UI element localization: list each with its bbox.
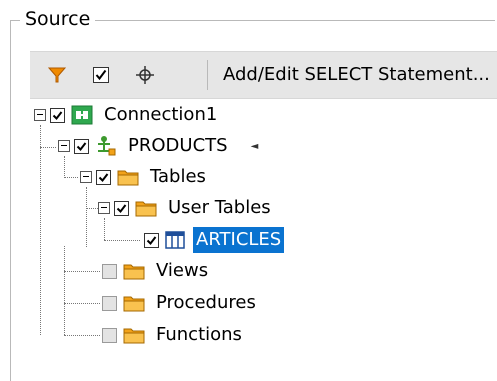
tree-connector — [86, 187, 87, 247]
folder-icon — [123, 294, 145, 312]
tree-connector — [64, 177, 78, 178]
tree-connector — [64, 271, 100, 272]
folder-icon — [123, 262, 145, 280]
collapse-toggle[interactable] — [80, 171, 92, 183]
tree-node-articles[interactable]: ARTICLES — [144, 225, 285, 255]
tables-checkbox[interactable] — [96, 169, 111, 185]
tables-label: Tables — [150, 166, 206, 187]
tree-connector — [64, 335, 100, 336]
connection-checkbox[interactable] — [50, 107, 65, 123]
views-label: Views — [156, 260, 209, 281]
tree-connector — [86, 208, 98, 209]
tree-node-procedures[interactable]: Procedures — [102, 288, 259, 318]
tree-connector — [40, 125, 41, 335]
tree-node-user-tables[interactable]: User Tables — [98, 193, 274, 223]
current-marker: ◄ — [250, 140, 259, 152]
table-icon — [165, 231, 185, 249]
tree-node-products[interactable]: PRODUCTS ◄ — [58, 131, 258, 161]
connection-label: Connection1 — [104, 104, 218, 125]
articles-checkbox[interactable] — [144, 232, 159, 248]
collapse-toggle[interactable] — [34, 109, 46, 121]
tree-node-functions[interactable]: Functions — [102, 320, 245, 350]
tree-node-views[interactable]: Views — [102, 256, 211, 286]
tree-connector — [64, 246, 65, 335]
functions-label: Functions — [156, 324, 242, 345]
tree-node-tables[interactable]: Tables — [80, 162, 209, 192]
user-tables-label: User Tables — [168, 197, 271, 218]
products-label: PRODUCTS — [128, 135, 228, 156]
database-tree-icon — [95, 135, 117, 157]
products-checkbox[interactable] — [74, 138, 89, 154]
functions-checkbox[interactable] — [102, 327, 117, 343]
collapse-toggle[interactable] — [98, 202, 110, 214]
connection-icon — [71, 105, 93, 125]
procedures-checkbox[interactable] — [102, 295, 117, 311]
folder-icon — [117, 168, 139, 186]
collapse-toggle[interactable] — [58, 140, 70, 152]
user-tables-checkbox[interactable] — [114, 200, 129, 216]
views-checkbox[interactable] — [102, 263, 117, 279]
tree-connector — [64, 303, 100, 304]
procedures-label: Procedures — [156, 292, 256, 313]
tree-connector — [40, 147, 56, 148]
folder-icon — [123, 326, 145, 344]
folder-icon — [135, 199, 157, 217]
source-tree: Connection1 PRODUCTS ◄ Tables User Table… — [0, 0, 497, 372]
tree-connector — [104, 240, 140, 241]
tree-node-connection[interactable]: Connection1 — [34, 100, 220, 130]
articles-label: ARTICLES — [193, 227, 285, 253]
